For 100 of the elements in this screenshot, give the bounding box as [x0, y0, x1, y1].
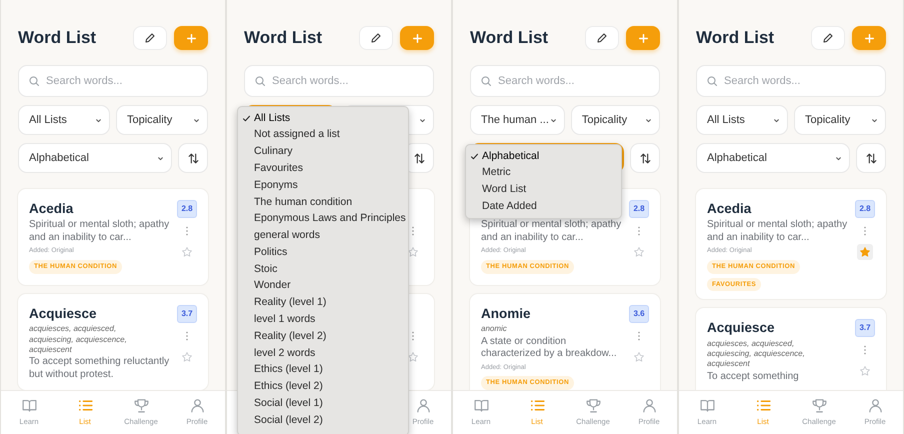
word-definition: To accept something — [707, 370, 800, 384]
edit-button[interactable] — [133, 26, 167, 50]
dropdown-option[interactable]: All Lists — [238, 110, 408, 127]
star-icon — [859, 246, 871, 258]
search-field[interactable]: Search words... — [696, 65, 886, 97]
dropdown-option[interactable]: Metric — [466, 164, 621, 182]
word-definition: Spiritual or mental sloth; apathy and an inability to car... — [481, 219, 622, 244]
sort-select[interactable]: Alphabetical — [18, 143, 172, 173]
search-field[interactable]: Search words... — [244, 65, 434, 97]
score-badge: 2.8 — [629, 200, 649, 218]
pencil-icon — [822, 32, 834, 44]
word-title: Anomie — [481, 306, 532, 322]
dropdown-option[interactable]: Wonder — [238, 278, 408, 295]
dropdown-option[interactable]: Not assigned a list — [238, 126, 408, 144]
score-badge: 2.8 — [177, 200, 197, 218]
pencil-icon — [596, 32, 608, 44]
word-title: Acquiesce — [707, 320, 776, 337]
sort-icon — [186, 152, 200, 164]
pencil-icon — [370, 32, 382, 44]
plus-icon — [636, 32, 650, 44]
word-card[interactable]: Acquiesce acquiesces, acquiesced, acquiescing, acquiescence, acquiescent To accept something reluctantly but without protest. 3.7 — [18, 294, 208, 390]
search-field[interactable]: Search words... — [18, 65, 208, 97]
sort-select[interactable]: Alphabetical — [696, 143, 850, 173]
dropdown-option[interactable]: general words — [238, 228, 408, 244]
check-icon — [470, 152, 479, 161]
book-icon — [698, 397, 716, 414]
search-icon — [706, 75, 718, 87]
page-title: Word List — [244, 28, 324, 48]
search-icon — [254, 75, 266, 87]
book-icon — [472, 397, 490, 414]
add-button[interactable] — [852, 26, 886, 50]
dropdown-option[interactable]: Reality (level 1) — [238, 294, 408, 312]
word-title: Acedia — [707, 201, 752, 218]
dropdown-option[interactable]: Social (level 2) — [238, 412, 408, 430]
search-field[interactable]: Search words... — [470, 65, 660, 97]
page-title: Word List — [696, 28, 776, 48]
dropdown-option[interactable]: Alphabetical — [466, 148, 621, 165]
plus-icon — [862, 32, 876, 44]
word-definition: To accept something reluctantly but without protest. — [29, 356, 170, 382]
search-icon — [480, 75, 492, 87]
dropdown-option[interactable]: The human condition — [238, 194, 408, 211]
star-icon — [181, 246, 193, 258]
favourite-button[interactable] — [857, 244, 873, 260]
dropdown-option[interactable]: level 1 words — [238, 312, 408, 328]
list-filter-select[interactable]: The human ... — [470, 105, 565, 135]
person-icon — [414, 397, 432, 414]
sort-direction-button[interactable] — [856, 143, 886, 173]
sort-icon — [638, 152, 652, 164]
dropdown-option[interactable]: Politics — [238, 244, 408, 262]
add-button[interactable] — [400, 26, 434, 50]
sort-direction-button[interactable] — [630, 143, 660, 173]
word-forms: acquiesces, acquiesced, acquiescing, acquiescence, acquiescent — [29, 324, 128, 356]
word-definition: Spiritual or mental sloth; apathy and an inability to car... — [29, 219, 170, 244]
dropdown-option[interactable]: Reality (level 2) — [238, 328, 408, 346]
add-button[interactable] — [626, 26, 660, 50]
star-icon — [859, 365, 871, 378]
word-title: Acedia — [29, 201, 74, 218]
add-button[interactable] — [174, 26, 208, 50]
edit-button[interactable] — [585, 26, 619, 50]
topic-filter-select[interactable]: Topicality — [116, 105, 208, 135]
person-icon — [188, 397, 206, 414]
star-icon — [633, 351, 645, 363]
score-badge: 3.7 — [855, 319, 875, 338]
list-filter-select[interactable]: All Lists — [696, 105, 788, 135]
dropdown-option[interactable]: Ethics (level 1) — [238, 362, 408, 379]
edit-button[interactable] — [359, 26, 393, 50]
dropdown-option[interactable]: Ethics (level 2) — [238, 378, 408, 396]
sort-icon — [412, 152, 426, 164]
list-filter-select[interactable]: All Lists — [18, 105, 110, 135]
person-icon — [640, 397, 658, 414]
word-card[interactable]: Acquiesce acquiesces, acquiesced, acquiescing, acquiescence, acquiescent To accept something 3.7 — [696, 308, 886, 390]
trophy-icon — [132, 397, 150, 414]
sort-icon — [864, 152, 878, 164]
word-definition: A state or condition characterized by a breakdow... — [481, 336, 618, 361]
score-badge: 3.6 — [629, 305, 649, 323]
dropdown-option[interactable]: Eponymous Laws and Principles — [238, 210, 408, 228]
pencil-icon — [144, 32, 156, 44]
score-badge: 2.8 — [855, 200, 875, 218]
sort-direction-button[interactable] — [178, 143, 208, 173]
score-badge: 3.7 — [177, 305, 197, 323]
dropdown-option[interactable]: level 2 words — [238, 345, 408, 362]
topic-filter-select[interactable]: Topicality — [794, 105, 886, 135]
dropdown-option[interactable]: Social (level 1) — [238, 396, 408, 412]
person-icon — [866, 397, 884, 414]
trophy-icon — [584, 397, 602, 414]
dropdown-option[interactable]: Culinary — [238, 144, 408, 160]
page-title: Word List — [18, 28, 98, 48]
word-forms: anomic — [481, 324, 508, 335]
check-icon — [242, 114, 251, 123]
topic-filter-select[interactable]: Topicality — [570, 105, 660, 135]
word-title: Acquiesce — [29, 306, 98, 322]
star-icon — [181, 351, 193, 363]
edit-button[interactable] — [811, 26, 845, 50]
plus-icon — [410, 32, 424, 44]
page-title: Word List — [470, 28, 550, 48]
star-icon — [633, 246, 645, 258]
dropdown-option[interactable]: Stoic — [238, 261, 408, 278]
trophy-icon — [810, 397, 828, 414]
dropdown-option[interactable]: Eponyms — [238, 177, 408, 194]
dropdown-option[interactable]: Favourites — [238, 160, 408, 178]
